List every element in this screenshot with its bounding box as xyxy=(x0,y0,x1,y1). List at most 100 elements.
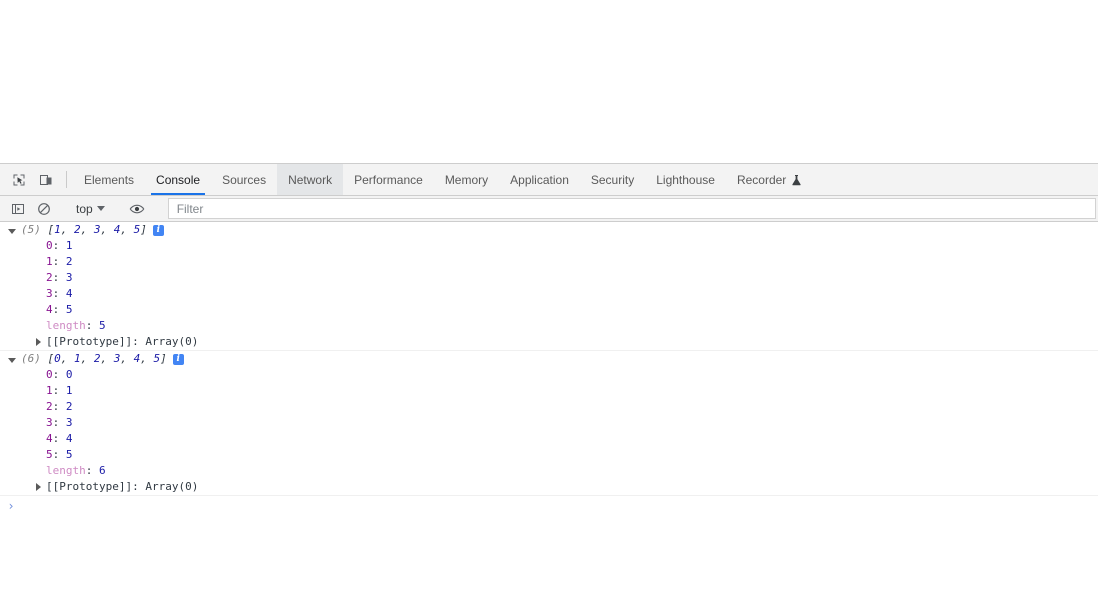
chevron-down-icon xyxy=(96,206,105,211)
disclosure-triangle-expanded-icon[interactable] xyxy=(8,228,16,234)
array-preview-item: 0 xyxy=(54,352,61,365)
device-toolbar-icon[interactable] xyxy=(32,164,59,195)
property-key: 0 xyxy=(46,239,53,252)
console-message-list[interactable]: (5) [ 1 , 2 , 3 , 4 , 5 ] i 0: 1 1: 2 2 … xyxy=(0,222,1098,597)
property-key: 5 xyxy=(46,448,53,461)
array-preview-item: 2 xyxy=(93,352,101,365)
tab-label: Application xyxy=(510,172,569,187)
disclosure-triangle-collapsed-icon[interactable] xyxy=(36,338,41,346)
array-length-row: length: 6 xyxy=(46,464,106,477)
array-preview-item: 5 xyxy=(153,352,161,365)
console-prompt-row[interactable]: › xyxy=(0,496,1098,516)
property-value: 0 xyxy=(65,368,73,381)
tab-memory[interactable]: Memory xyxy=(434,164,499,195)
array-property-row: 3: 4 xyxy=(46,287,73,300)
tab-network[interactable]: Network xyxy=(277,164,344,195)
prototype-label: [[Prototype]]: Array(0) xyxy=(46,335,199,348)
array-property-row: 3: 3 xyxy=(46,416,73,429)
console-toolbar: top xyxy=(0,196,1098,222)
tab-application[interactable]: Application xyxy=(499,164,580,195)
info-badge-icon[interactable]: i xyxy=(172,353,184,365)
experiment-flask-icon xyxy=(791,174,802,186)
tab-label: Lighthouse xyxy=(656,172,715,187)
array-header-row[interactable]: (6) [ 0 , 1 , 2 , 3 , 4 , 5 ] i xyxy=(0,351,1098,367)
array-header-row[interactable]: (5) [ 1 , 2 , 3 , 4 , 5 ] i xyxy=(0,222,1098,238)
array-property-row: 2: 2 xyxy=(46,400,73,413)
array-bracket-open: [ xyxy=(47,223,55,236)
tabbar-divider xyxy=(66,171,67,188)
info-badge-icon[interactable]: i xyxy=(152,224,164,236)
array-preview-item: 2 xyxy=(74,223,81,236)
property-key: 1 xyxy=(46,255,53,268)
array-length-label: (6) xyxy=(21,352,41,365)
array-property-row: 0: 0 xyxy=(46,368,73,381)
array-preview-item: 1 xyxy=(54,223,61,236)
tab-lighthouse[interactable]: Lighthouse xyxy=(645,164,726,195)
tab-label: Security xyxy=(590,172,635,187)
live-expression-eye-icon[interactable] xyxy=(124,196,150,221)
property-key: 4 xyxy=(46,432,53,445)
prototype-label: [[Prototype]]: Array(0) xyxy=(46,480,199,493)
property-value: 2 xyxy=(65,400,73,413)
filter-input[interactable] xyxy=(168,200,1095,217)
console-sidebar-icon[interactable] xyxy=(5,196,31,221)
disclosure-triangle-expanded-icon[interactable] xyxy=(8,357,16,363)
array-property-row: 4: 5 xyxy=(46,303,73,316)
property-value: 1 xyxy=(65,239,73,252)
inspect-element-icon[interactable] xyxy=(5,164,32,195)
array-property-row: 4: 4 xyxy=(46,432,73,445)
clear-console-icon[interactable] xyxy=(31,196,57,221)
prototype-row[interactable]: [[Prototype]]: Array(0) xyxy=(0,334,1098,350)
tab-console[interactable]: Console xyxy=(145,164,211,195)
tab-sources[interactable]: Sources xyxy=(211,164,277,195)
property-key: 3 xyxy=(46,287,53,300)
filter-field-wrapper xyxy=(167,198,1096,219)
array-preview-item: 1 xyxy=(74,352,81,365)
property-value: 1 xyxy=(65,384,73,397)
property-key: 2 xyxy=(46,271,53,284)
array-preview-item: 3 xyxy=(113,352,121,365)
tab-label: Performance xyxy=(354,172,423,187)
page-viewport xyxy=(0,0,1098,163)
length-key: length xyxy=(46,464,86,477)
property-key: 1 xyxy=(46,384,53,397)
prototype-row[interactable]: [[Prototype]]: Array(0) xyxy=(0,479,1098,495)
property-value: 4 xyxy=(65,287,73,300)
array-length-row: length: 5 xyxy=(46,319,106,332)
array-property-row: 1: 1 xyxy=(46,384,73,397)
tab-label: Memory xyxy=(444,172,489,187)
tab-recorder[interactable]: Recorder xyxy=(726,164,813,195)
property-key: 3 xyxy=(46,416,53,429)
devtools-panel: Elements Console Sources Network Perform… xyxy=(0,163,1098,597)
tab-label: Network xyxy=(288,172,333,187)
array-property-row: 2: 3 xyxy=(46,271,73,284)
length-value: 5 xyxy=(99,319,106,332)
property-value: 3 xyxy=(65,416,73,429)
tab-performance[interactable]: Performance xyxy=(343,164,434,195)
property-key: 2 xyxy=(46,400,53,413)
console-log-group[interactable]: (5) [ 1 , 2 , 3 , 4 , 5 ] i 0: 1 1: 2 2 … xyxy=(0,222,1098,351)
length-value: 6 xyxy=(99,464,106,477)
console-prompt-input[interactable] xyxy=(22,498,1098,516)
property-value: 3 xyxy=(65,271,73,284)
console-log-group[interactable]: (6) [ 0 , 1 , 2 , 3 , 4 , 5 ] i 0: 0 1:… xyxy=(0,351,1098,496)
array-bracket-close: ] xyxy=(140,223,147,236)
array-preview-item: 4 xyxy=(113,223,121,236)
execution-context-selector[interactable]: top xyxy=(71,202,110,216)
array-preview-item: 4 xyxy=(133,352,141,365)
devtools-tabbar: Elements Console Sources Network Perform… xyxy=(0,164,1098,196)
array-property-row: 1: 2 xyxy=(46,255,73,268)
tab-elements[interactable]: Elements xyxy=(73,164,145,195)
array-property-row: 5: 5 xyxy=(46,448,73,461)
prompt-chevron-icon: › xyxy=(7,499,15,513)
array-bracket-open: [ xyxy=(47,352,55,365)
property-value: 5 xyxy=(65,448,73,461)
tab-label: Recorder xyxy=(736,172,787,187)
tab-label: Console xyxy=(156,172,201,187)
disclosure-triangle-collapsed-icon[interactable] xyxy=(36,483,41,491)
tab-label: Sources xyxy=(222,172,267,187)
tab-security[interactable]: Security xyxy=(580,164,645,195)
tab-label: Elements xyxy=(84,172,135,187)
property-key: 0 xyxy=(46,368,53,381)
array-property-row: 0: 1 xyxy=(46,239,73,252)
